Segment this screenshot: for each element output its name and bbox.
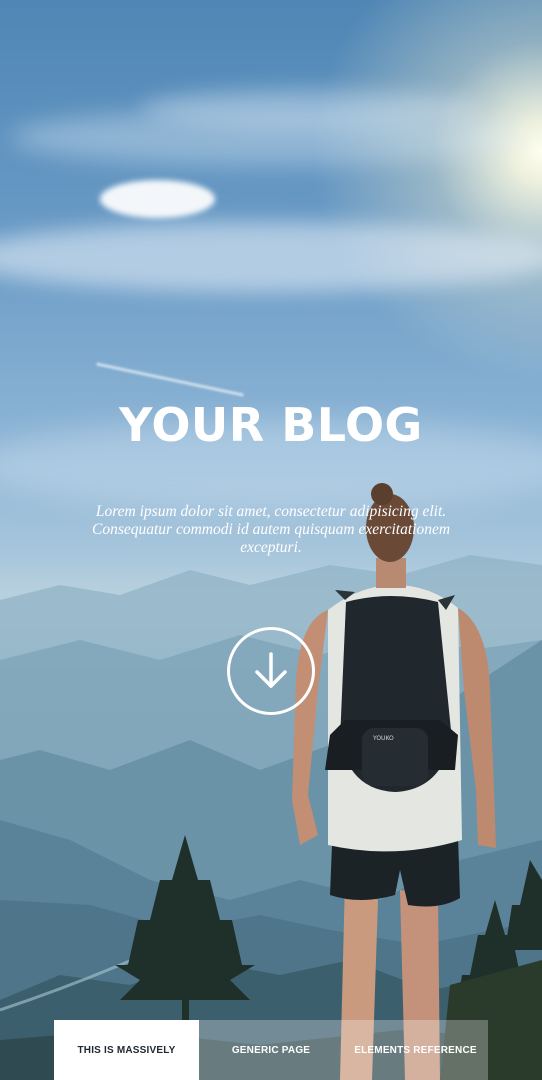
page-title: YOUR BLOG (119, 398, 423, 452)
arrow-down-icon (255, 652, 287, 688)
main-nav: This is Massively Generic Page Elements … (54, 1020, 488, 1080)
nav-item-generic-page[interactable]: Generic Page (199, 1020, 343, 1080)
nav-item-this-is-massively[interactable]: This is Massively (54, 1020, 199, 1080)
svg-text:YOUKO: YOUKO (372, 735, 394, 742)
scroll-down-button[interactable] (227, 627, 315, 715)
page-subtitle: Lorem ipsum dolor sit amet, consectetur … (91, 503, 451, 556)
nav-item-elements-reference[interactable]: Elements Reference (343, 1020, 488, 1080)
